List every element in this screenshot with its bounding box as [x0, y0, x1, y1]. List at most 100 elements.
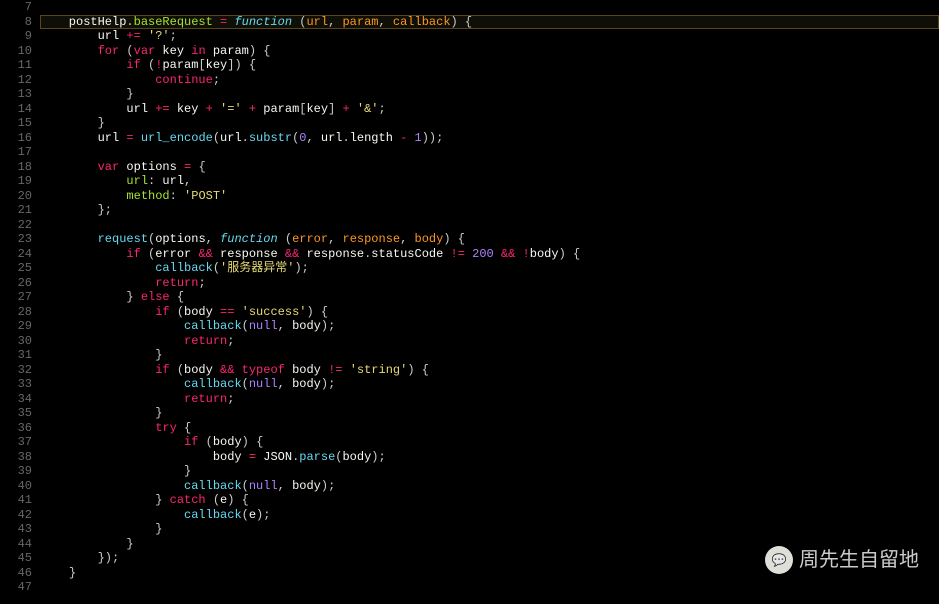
- line-number: 32: [0, 363, 32, 378]
- code-line[interactable]: }: [40, 116, 939, 131]
- code-line[interactable]: body = JSON.parse(body);: [40, 450, 939, 465]
- code-line[interactable]: url += key + '=' + param[key] + '&';: [40, 102, 939, 117]
- code-line[interactable]: [40, 145, 939, 160]
- code-line[interactable]: for (var key in param) {: [40, 44, 939, 59]
- token-kw: if: [126, 247, 140, 261]
- code-line[interactable]: return;: [40, 276, 939, 291]
- token-kw: var: [134, 44, 156, 58]
- token-kw: return: [184, 334, 227, 348]
- code-line[interactable]: url: url,: [40, 174, 939, 189]
- code-line[interactable]: } catch (e) {: [40, 493, 939, 508]
- code-line[interactable]: callback(null, body);: [40, 479, 939, 494]
- code-line[interactable]: }: [40, 464, 939, 479]
- code-line[interactable]: if (error && response && response.status…: [40, 247, 939, 262]
- code-line[interactable]: postHelp.baseRequest = function (url, pa…: [40, 15, 939, 30]
- token-plain: [40, 551, 98, 565]
- token-plain: [141, 247, 148, 261]
- code-area[interactable]: postHelp.baseRequest = function (url, pa…: [40, 0, 939, 604]
- token-kw: in: [191, 44, 205, 58]
- code-line[interactable]: callback(e);: [40, 508, 939, 523]
- token-op: ==: [220, 305, 234, 319]
- token-plain: [40, 87, 126, 101]
- code-line[interactable]: if (body == 'success') {: [40, 305, 939, 320]
- line-number: 11: [0, 58, 32, 73]
- token-plain: [40, 44, 98, 58]
- code-line[interactable]: callback(null, body);: [40, 377, 939, 392]
- token-pn: (: [206, 435, 213, 449]
- token-op: =: [249, 450, 256, 464]
- code-line[interactable]: [40, 580, 939, 595]
- token-plain: options: [119, 160, 184, 174]
- line-number: 23: [0, 232, 32, 247]
- code-line[interactable]: if (body && typeof body != 'string') {: [40, 363, 939, 378]
- token-plain: [242, 102, 249, 116]
- token-num: null: [249, 479, 278, 493]
- line-number: 46: [0, 566, 32, 581]
- code-line[interactable]: [40, 0, 939, 15]
- token-plain: [415, 363, 422, 377]
- code-line[interactable]: [40, 218, 939, 233]
- token-kw: return: [155, 276, 198, 290]
- token-num: null: [249, 319, 278, 333]
- token-plain: body: [40, 450, 249, 464]
- code-line[interactable]: callback(null, body);: [40, 319, 939, 334]
- token-plain: key: [206, 58, 228, 72]
- token-pn: );: [321, 479, 335, 493]
- token-pn: }: [126, 537, 133, 551]
- code-line[interactable]: } else {: [40, 290, 939, 305]
- token-num: null: [249, 377, 278, 391]
- code-line[interactable]: };: [40, 203, 939, 218]
- token-call: callback: [184, 377, 242, 391]
- token-kw: if: [126, 58, 140, 72]
- token-plain: [335, 102, 342, 116]
- code-line[interactable]: return;: [40, 334, 939, 349]
- token-pn: ,: [379, 15, 393, 29]
- code-line[interactable]: url = url_encode(url.substr(0, url.lengt…: [40, 131, 939, 146]
- token-plain: [40, 537, 126, 551]
- token-op: &&: [285, 247, 299, 261]
- code-line[interactable]: return;: [40, 392, 939, 407]
- token-plain: url: [321, 131, 343, 145]
- token-plain: [213, 102, 220, 116]
- token-op: !=: [328, 363, 342, 377]
- code-line[interactable]: request(options, function (error, respon…: [40, 232, 939, 247]
- token-pn: ,: [184, 174, 191, 188]
- token-pn: );: [321, 377, 335, 391]
- token-pn: :: [170, 189, 177, 203]
- token-op: &&: [220, 363, 234, 377]
- token-plain: [407, 131, 414, 145]
- code-line[interactable]: }: [40, 348, 939, 363]
- token-num: 200: [472, 247, 494, 261]
- line-number: 29: [0, 319, 32, 334]
- code-line[interactable]: try {: [40, 421, 939, 436]
- token-pn: ): [559, 247, 566, 261]
- token-pn: .: [126, 15, 133, 29]
- code-line[interactable]: method: 'POST': [40, 189, 939, 204]
- token-str: '=': [220, 102, 242, 116]
- line-number: 9: [0, 29, 32, 44]
- code-line[interactable]: if (!param[key]) {: [40, 58, 939, 73]
- token-plain: key: [306, 102, 328, 116]
- token-plain: param: [256, 102, 299, 116]
- token-plain: [213, 15, 220, 29]
- token-plain: key: [170, 102, 206, 116]
- code-line[interactable]: if (body) {: [40, 435, 939, 450]
- code-editor[interactable]: 7891011121314151617181920212223242526272…: [0, 0, 939, 604]
- token-plain: url: [155, 174, 184, 188]
- token-plain: [177, 189, 184, 203]
- line-number: 7: [0, 0, 32, 15]
- code-line[interactable]: }: [40, 87, 939, 102]
- code-line[interactable]: }: [40, 406, 939, 421]
- code-line[interactable]: continue;: [40, 73, 939, 88]
- code-line[interactable]: var options = {: [40, 160, 939, 175]
- code-line[interactable]: callback('服务器异常');: [40, 261, 939, 276]
- token-id: method: [126, 189, 169, 203]
- token-call: callback: [184, 319, 242, 333]
- token-pn: ): [249, 44, 256, 58]
- token-pn: }: [126, 290, 133, 304]
- code-line[interactable]: url += '?';: [40, 29, 939, 44]
- token-pn: ): [407, 363, 414, 377]
- code-line[interactable]: }: [40, 522, 939, 537]
- token-plain: [343, 363, 350, 377]
- line-number: 36: [0, 421, 32, 436]
